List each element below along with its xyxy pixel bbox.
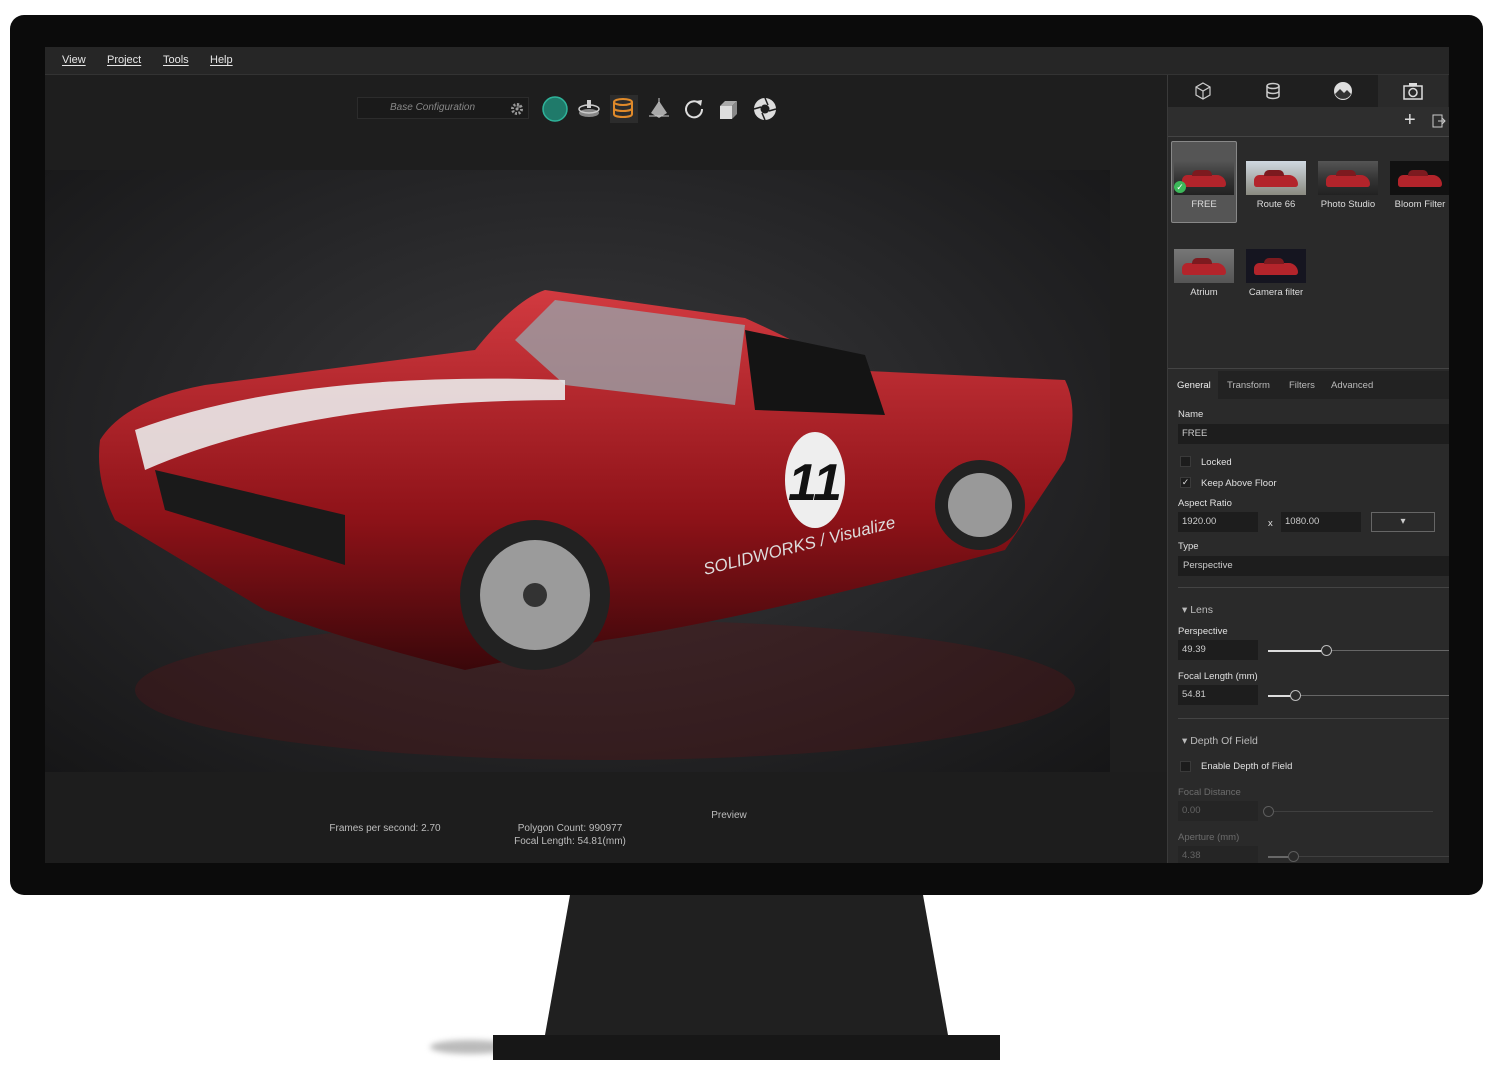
camera-label: Camera filter	[1248, 287, 1304, 298]
camera-label: Atrium	[1190, 287, 1218, 298]
thumbnail-image	[1318, 161, 1378, 195]
monitor-stand-neck	[545, 895, 948, 1035]
focal-length-input[interactable]: 54.81	[1178, 685, 1258, 705]
perspective-slider[interactable]	[1268, 645, 1449, 657]
focal-distance-slider[interactable]	[1263, 806, 1433, 818]
scene-icon[interactable]	[1308, 75, 1378, 107]
tab-advanced[interactable]: Advanced	[1331, 380, 1373, 391]
menu-view[interactable]: View	[62, 54, 86, 66]
scene-object-icon[interactable]	[645, 95, 673, 123]
focal-distance-input[interactable]: 0.00	[1178, 801, 1258, 821]
camera-thumb-free[interactable]: FREE ✓	[1169, 161, 1239, 210]
car-render: 11 SOLIDWORKS / Visualize	[99, 290, 1075, 760]
tab-filters[interactable]: Filters	[1289, 380, 1315, 391]
focal-length-slider[interactable]	[1268, 690, 1449, 702]
app-window: View Project Tools Help Base Configurati…	[45, 47, 1449, 863]
export-icon[interactable]	[1432, 114, 1446, 131]
perspective-label: Perspective	[1178, 626, 1228, 637]
fps-readout: Frames per second: 2.70	[329, 823, 441, 834]
render-aperture-icon[interactable]	[751, 95, 779, 123]
configuration-value: Base Configuration	[390, 102, 476, 113]
slider-handle[interactable]	[1290, 690, 1302, 701]
enable-dof-label: Enable Depth of Field	[1201, 761, 1293, 772]
name-input[interactable]: FREE	[1178, 424, 1449, 444]
thumbnail-image	[1174, 249, 1234, 283]
keep-above-floor-label: Keep Above Floor	[1201, 478, 1277, 489]
camera-thumb-camera-filter[interactable]: Camera filter	[1241, 249, 1311, 298]
slider-handle[interactable]	[1263, 806, 1274, 817]
reset-rotate-icon[interactable]	[680, 95, 708, 123]
perspective-input[interactable]: 49.39	[1178, 640, 1258, 660]
keep-above-floor-checkbox[interactable]: ✓	[1180, 477, 1191, 488]
panel-tabs	[1168, 75, 1449, 107]
camera-thumb-route-66[interactable]: Route 66	[1241, 161, 1311, 210]
camera-actions: +	[1168, 107, 1449, 137]
aperture-label: Aperture (mm)	[1178, 832, 1240, 843]
tab-transform[interactable]: Transform	[1227, 380, 1270, 391]
menu-help[interactable]: Help	[210, 54, 233, 66]
menu-tools[interactable]: Tools	[163, 54, 189, 66]
camera-thumb-bloom-filter[interactable]: Bloom Filter	[1385, 161, 1449, 210]
locked-label: Locked	[1201, 457, 1232, 468]
turntable-icon[interactable]	[575, 95, 603, 123]
dof-section-toggle[interactable]: ▾ Depth Of Field	[1182, 735, 1258, 747]
preview-label: Preview	[711, 810, 747, 821]
focal-length-label: Focal Length (mm)	[1178, 671, 1258, 682]
import-box-icon[interactable]	[715, 95, 743, 123]
menu-project[interactable]: Project	[107, 54, 141, 66]
add-camera-icon[interactable]: +	[1404, 109, 1416, 132]
focal-distance-label: Focal Distance	[1178, 787, 1241, 798]
type-label: Type	[1178, 541, 1199, 552]
render-viewport[interactable]: 11 SOLIDWORKS / Visualize	[45, 170, 1110, 772]
aperture-input[interactable]: 4.38	[1178, 846, 1258, 863]
camera-label: Photo Studio	[1320, 199, 1376, 210]
aspect-width-input[interactable]: 1920.00	[1178, 512, 1258, 532]
panel-splitter[interactable]	[1168, 363, 1449, 369]
car-number: 11	[788, 454, 842, 512]
gear-icon[interactable]	[503, 95, 531, 123]
type-dropdown[interactable]: Perspective	[1178, 556, 1449, 576]
camera-label: FREE	[1191, 199, 1217, 210]
camera-thumb-atrium[interactable]: Atrium	[1169, 249, 1239, 298]
locked-checkbox[interactable]	[1180, 456, 1191, 467]
check-icon: ✓	[1174, 181, 1186, 193]
lens-section-toggle[interactable]: ▾ Lens	[1182, 604, 1213, 616]
aspect-ratio-label: Aspect Ratio	[1178, 498, 1232, 509]
property-tabs: General Transform Filters Advanced	[1168, 371, 1449, 399]
slider-handle[interactable]	[1321, 645, 1333, 656]
polygon-count: Polygon Count: 990977	[517, 823, 623, 834]
monitor-stand-base	[493, 1035, 1000, 1060]
lens-header: Lens	[1190, 604, 1213, 616]
menu-bar: View Project Tools Help	[45, 47, 1449, 75]
name-label: Name	[1178, 409, 1204, 420]
appearance-icon[interactable]	[1238, 75, 1308, 107]
divider	[1178, 718, 1449, 719]
status-bar: Frames per second: 2.70 Polygon Count: 9…	[45, 772, 1167, 863]
chevron-down-icon: ▾	[1400, 516, 1406, 527]
aperture-slider[interactable]	[1268, 851, 1449, 863]
appearance-library-icon[interactable]	[610, 95, 638, 123]
model-icon[interactable]	[1168, 75, 1238, 107]
properties-panel: + FREE ✓ Route 66 Photo Studio Bloom Fil…	[1167, 75, 1449, 863]
dof-header: Depth Of Field	[1190, 735, 1258, 747]
aspect-height-input[interactable]: 1080.00	[1281, 512, 1361, 532]
thumbnail-image	[1246, 249, 1306, 283]
divider	[1178, 587, 1449, 588]
camera-thumb-photo-studio[interactable]: Photo Studio	[1313, 161, 1383, 210]
tab-general[interactable]: General	[1177, 380, 1211, 391]
thumbnail-image	[1390, 161, 1449, 195]
enable-dof-checkbox[interactable]	[1180, 761, 1191, 772]
slider-handle[interactable]	[1288, 851, 1300, 862]
camera-label: Route 66	[1256, 199, 1296, 210]
focal-length-readout: Focal Length: 54.81(mm)	[514, 836, 626, 847]
aspect-preset-dropdown[interactable]: ▾	[1371, 512, 1435, 532]
thumbnail-image	[1246, 161, 1306, 195]
camera-label: Bloom Filter	[1394, 199, 1446, 210]
environment-sphere-icon[interactable]	[541, 95, 569, 123]
aspect-separator: x	[1268, 518, 1273, 529]
camera-icon[interactable]	[1378, 75, 1448, 107]
